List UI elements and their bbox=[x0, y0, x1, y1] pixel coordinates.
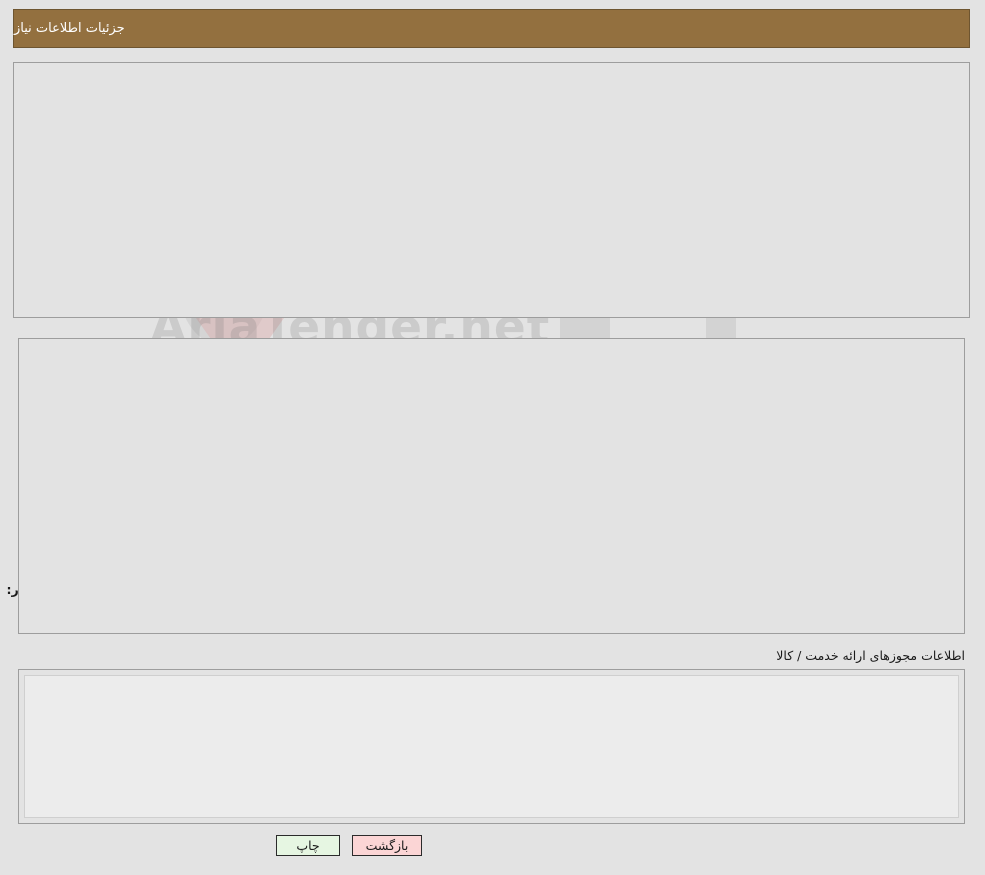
need-info-panel bbox=[13, 62, 970, 318]
page-header: جزئیات اطلاعات نیاز bbox=[13, 9, 970, 48]
back-button[interactable]: بازگشت bbox=[352, 835, 422, 856]
print-button[interactable]: چاپ bbox=[276, 835, 340, 856]
permits-section-title: اطلاعات مجوزهای ارائه خدمت / کالا bbox=[776, 648, 965, 663]
permits-panel-inner bbox=[24, 675, 959, 818]
page-title: جزئیات اطلاعات نیاز bbox=[14, 21, 125, 36]
service-details-panel bbox=[18, 338, 965, 634]
